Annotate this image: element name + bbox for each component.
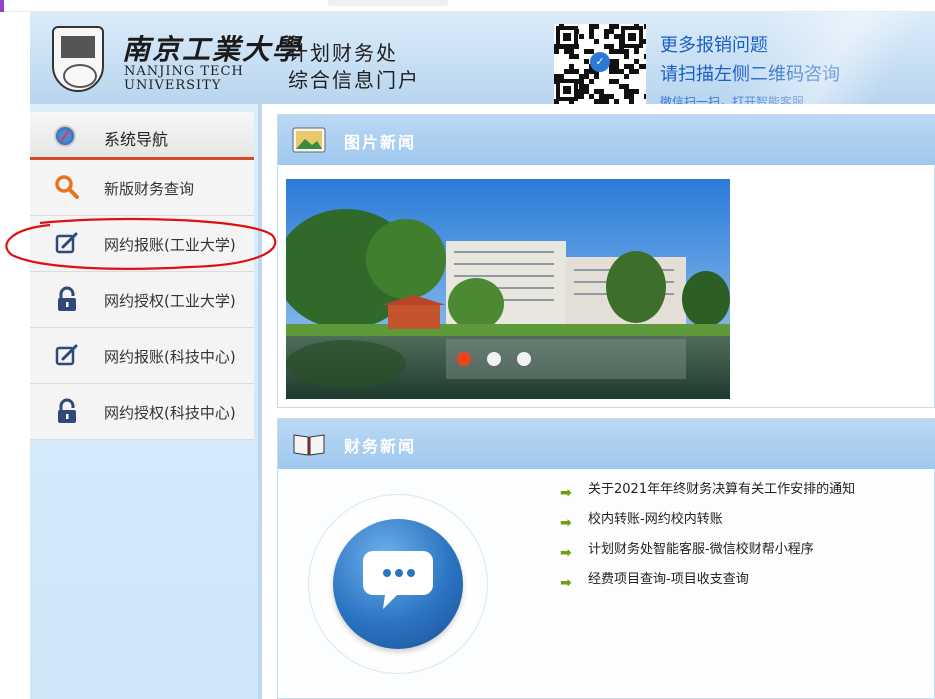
qr-cell — [624, 74, 629, 79]
department-name-line1: 计划财务处 — [288, 41, 398, 65]
qr-cell — [644, 39, 646, 44]
arrow-right-icon: ➡ — [560, 515, 572, 531]
logo-english-line1: NANJING TECH — [124, 64, 244, 79]
finance-news-list: ➡ 关于2021年年终财务决算有关工作安排的通知 ➡ 校内转账-网约校内转账 ➡… — [560, 479, 855, 599]
finance-news-header: 财务新闻 — [278, 419, 935, 469]
news-item-title[interactable]: 经费项目查询-项目收支查询 — [588, 572, 749, 587]
news-item-title[interactable]: 关于2021年年终财务决算有关工作安排的通知 — [588, 482, 855, 497]
sidebar-item-authorize-university[interactable]: 网约授权(工业大学) — [30, 272, 254, 328]
sidebar-item-label: 网约授权(工业大学) — [104, 292, 236, 310]
qr-cell — [644, 64, 646, 69]
qr-cell — [624, 54, 629, 59]
sidebar-menu: 新版财务查询 网约报账(工业大学) 网约授权(工业大学) 网约报账(科技中心) … — [30, 160, 254, 440]
page-root: 南京工業大學 NANJING TECH UNIVERSITY 计划财务处 综合信… — [0, 0, 935, 699]
lock-icon — [58, 398, 76, 423]
arrow-right-icon: ➡ — [560, 485, 572, 501]
tab-accent — [0, 0, 4, 12]
browser-top-strip — [0, 0, 935, 12]
news-item[interactable]: ➡ 校内转账-网约校内转账 — [560, 509, 855, 539]
chat-bubble-icon — [333, 519, 463, 649]
qr-cell — [594, 24, 599, 29]
news-item[interactable]: ➡ 计划财务处智能客服-微信校财帮小程序 — [560, 539, 855, 569]
book-icon — [293, 434, 325, 456]
arrow-right-icon: ➡ — [560, 545, 572, 561]
sidebar-header: 系统导航 — [30, 112, 254, 160]
qr-finder — [556, 79, 578, 101]
search-icon — [55, 175, 79, 199]
qr-finder — [621, 26, 643, 48]
qr-cell — [594, 39, 599, 44]
edit-icon — [55, 344, 78, 366]
qr-cell — [644, 94, 646, 99]
qr-finder — [556, 26, 578, 48]
news-item[interactable]: ➡ 经费项目查询-项目收支查询 — [560, 569, 855, 599]
sidebar-item-reimburse-tech-center[interactable]: 网约报账(科技中心) — [30, 328, 254, 384]
sidebar-item-label: 网约报账(科技中心) — [104, 348, 236, 366]
carousel-dot[interactable] — [487, 352, 501, 366]
compass-icon — [54, 125, 76, 147]
qr-center-badge-icon: ✓ — [590, 52, 610, 72]
news-item-title[interactable]: 校内转账-网约校内转账 — [588, 512, 723, 527]
lock-icon — [58, 286, 76, 311]
carousel-dots — [457, 352, 531, 366]
qr-cell — [579, 34, 584, 39]
site-header: 南京工業大學 NANJING TECH UNIVERSITY 计划财务处 综合信… — [30, 12, 935, 104]
picture-icon — [292, 127, 326, 153]
qr-cell — [629, 99, 634, 104]
qr-cell — [589, 79, 594, 84]
qr-cell — [634, 89, 639, 94]
qr-cell — [579, 94, 584, 99]
campus-photo[interactable] — [286, 179, 730, 399]
qr-cell — [634, 49, 639, 54]
qr-hint-line1: 更多报销问题 — [660, 35, 768, 56]
carousel-dot-active[interactable] — [457, 352, 471, 366]
logo-chinese-text: 南京工業大學 — [122, 33, 303, 66]
sidebar-item-authorize-tech-center[interactable]: 网约授权(科技中心) — [30, 384, 254, 440]
qr-code-icon: ✓ — [554, 24, 646, 104]
carousel-dot[interactable] — [517, 352, 531, 366]
photo-news-header: 图片新闻 — [278, 115, 935, 165]
qr-cell — [614, 24, 619, 29]
qr-cell — [604, 34, 609, 39]
sidebar-item-finance-query[interactable]: 新版财务查询 — [30, 160, 254, 216]
sidebar-item-label: 网约报账(工业大学) — [104, 236, 236, 254]
qr-cell — [644, 24, 646, 29]
arrow-right-icon: ➡ — [560, 575, 572, 591]
finance-news-title: 财务新闻 — [344, 437, 417, 456]
department-name-line2: 综合信息门户 — [288, 68, 420, 92]
qr-cell — [614, 99, 619, 104]
qr-cell — [554, 49, 559, 54]
qr-cell — [594, 74, 599, 79]
edit-icon — [55, 232, 78, 254]
qr-cell — [644, 54, 646, 59]
photo-news-panel: 图片新闻 — [277, 114, 935, 408]
sidebar-title: 系统导航 — [104, 130, 169, 149]
sidebar: 系统导航 新版财务查询 网约报账(工业大学) 网约授权(工业大学) 网约报账(科… — [30, 104, 262, 699]
sidebar-item-label: 网约授权(科技中心) — [104, 404, 236, 422]
photo-news-title: 图片新闻 — [344, 133, 417, 152]
logo-english-line2: UNIVERSITY — [124, 78, 222, 93]
qr-cell — [634, 69, 639, 74]
sidebar-item-label: 新版财务查询 — [104, 180, 195, 198]
qr-hint-line2: 请扫描左侧二维码咨询 — [660, 64, 840, 85]
news-item-title[interactable]: 计划财务处智能客服-微信校财帮小程序 — [588, 542, 814, 557]
news-item[interactable]: ➡ 关于2021年年终财务决算有关工作安排的通知 — [560, 479, 855, 509]
qr-cell — [574, 54, 579, 59]
finance-news-panel: 财务新闻 ➡ 关于2021年年终财务决算有关工作安排的通知 ➡ 校内转账-网约校… — [277, 418, 935, 699]
qr-cell — [604, 99, 609, 104]
qr-hint-line3: 微信扫一扫，打开智能客服 — [660, 95, 805, 104]
tab-hint — [328, 0, 448, 6]
university-seal-logo — [52, 26, 104, 92]
sidebar-item-reimburse-university[interactable]: 网约报账(工业大学) — [30, 216, 254, 272]
